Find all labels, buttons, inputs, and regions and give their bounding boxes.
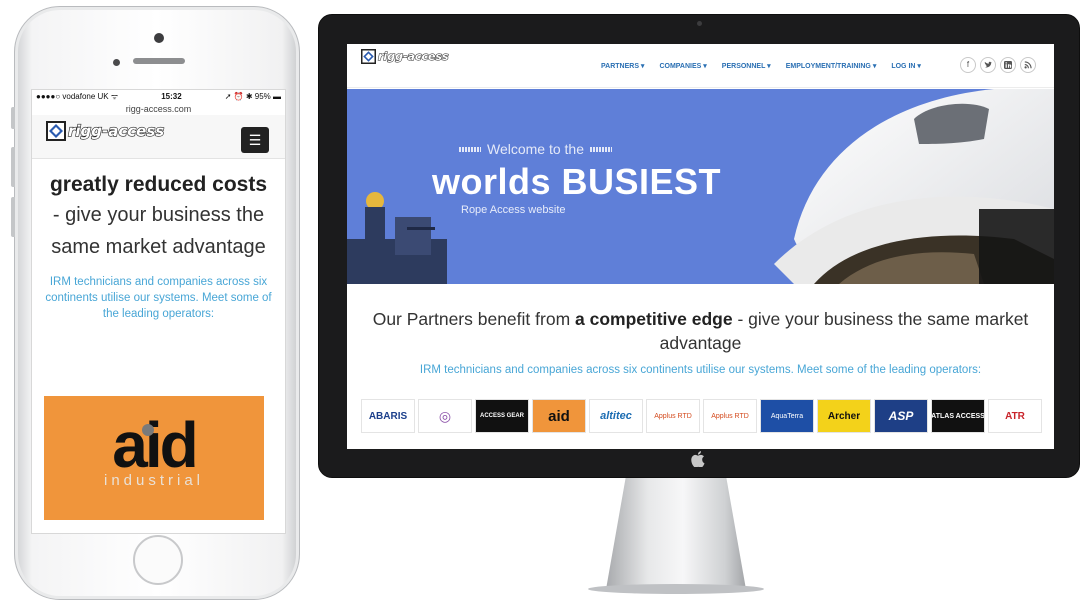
partner-logo-applus-1[interactable]: Applus RTD	[646, 399, 700, 433]
carrier-signal: ●●●●○ vodafone UK ᯤ	[36, 92, 119, 101]
hamburger-menu-button[interactable]: ☰	[241, 127, 269, 153]
monitor-camera	[697, 21, 702, 26]
partner-logo-atlas-access[interactable]: ATLAS ACCESS	[931, 399, 985, 433]
battery-indicator: ➚ ⏰ ✱ 95% ▬	[224, 92, 281, 101]
desktop-navbar: rigg-access PARTNERS ▾ COMPANIES ▾ PERSO…	[347, 44, 1054, 88]
nav-personnel[interactable]: PERSONNEL ▾	[722, 62, 771, 70]
partner-logo-atr[interactable]: ATR	[988, 399, 1042, 433]
phone-front-sensor	[154, 33, 164, 43]
hero-welcome: Welcome to the	[459, 141, 613, 157]
partners-subtext: IRM technicians and companies across six…	[419, 364, 982, 376]
address-bar[interactable]: rigg-access.com	[32, 103, 285, 115]
main-menu: PARTNERS ▾ COMPANIES ▾ PERSONNEL ▾ EMPLO…	[601, 62, 936, 70]
phone-volume-up	[11, 147, 15, 187]
desktop-logo-text: rigg-access	[378, 50, 450, 64]
partner-logo-archer[interactable]: Archer	[817, 399, 871, 433]
desktop-logo[interactable]: rigg-access	[361, 49, 449, 64]
partner-logo-aquaterra[interactable]: AquaTerra	[760, 399, 814, 433]
aid-logo-word: aid	[44, 406, 264, 484]
hero-banner: Welcome to the worlds BUSIEST Rope Acces…	[347, 89, 1054, 284]
phone-status-bar: ●●●●○ vodafone UK ᯤ 15:32 ➚ ⏰ ✱ 95% ▬	[32, 90, 285, 103]
partner-logo-aid[interactable]: aid	[532, 399, 586, 433]
headline-bold: a competitive edge	[575, 309, 733, 329]
nav-partners[interactable]: PARTNERS ▾	[601, 62, 644, 70]
desktop-screen: rigg-access PARTNERS ▾ COMPANIES ▾ PERSO…	[347, 44, 1054, 449]
mobile-site-header: rigg-access ☰	[32, 115, 285, 159]
mobile-headline-rest: - give your business the same market adv…	[51, 204, 266, 258]
mobile-logo[interactable]: rigg-access	[46, 121, 165, 141]
rigg-logo-icon	[46, 121, 66, 141]
rss-icon[interactable]	[1020, 57, 1036, 73]
aid-industrial-logo[interactable]: aid industrial	[44, 396, 264, 520]
hero-welcome-text: Welcome to the	[487, 141, 585, 157]
nav-companies[interactable]: COMPANIES ▾	[659, 62, 706, 70]
mobile-logo-text: rigg-access	[67, 121, 165, 140]
headline-pre: Our Partners benefit from	[372, 309, 571, 329]
iphone-mockup: ●●●●○ vodafone UK ᯤ 15:32 ➚ ⏰ ✱ 95% ▬ ri…	[11, 6, 300, 600]
twitter-icon[interactable]	[980, 57, 996, 73]
welcome-left-rule	[459, 146, 481, 152]
apple-logo-icon	[691, 451, 705, 472]
phone-screen: ●●●●○ vodafone UK ᯤ 15:32 ➚ ⏰ ✱ 95% ▬ ri…	[31, 89, 286, 534]
partner-logo-abaris[interactable]: ABARIS	[361, 399, 415, 433]
partner-logo-access-gear[interactable]: ACCESS GEAR	[475, 399, 529, 433]
rigg-logo-icon	[361, 49, 376, 64]
social-links: f	[960, 57, 1036, 73]
menu-icon: ☰	[248, 132, 262, 148]
helmet-image	[774, 89, 1054, 284]
aid-logo-dot	[142, 424, 154, 436]
partner-logo-altitec[interactable]: altitec	[589, 399, 643, 433]
phone-clock: 15:32	[161, 92, 182, 101]
partners-headline: Our Partners benefit from a competitive …	[347, 307, 1054, 355]
partner-logo-strip: ABARIS ◎ ACCESS GEAR aid altitec Applus …	[361, 399, 1042, 433]
imac-monitor: rigg-access PARTNERS ▾ COMPANIES ▾ PERSO…	[318, 14, 1080, 478]
facebook-icon[interactable]: f	[960, 57, 976, 73]
nav-employment-training[interactable]: EMPLOYMENT/TRAINING ▾	[786, 62, 877, 70]
partner-logo-applus-2[interactable]: Applus RTD	[703, 399, 757, 433]
partner-logo-asp[interactable]: ASP	[874, 399, 928, 433]
welcome-right-rule	[590, 146, 613, 152]
phone-home-button[interactable]	[133, 535, 183, 585]
phone-volume-down	[11, 197, 15, 237]
nav-log-in[interactable]: LOG IN ▾	[891, 62, 921, 70]
phone-mute-switch	[11, 107, 15, 129]
mobile-headline-bold: greatly reduced costs	[49, 173, 268, 196]
phone-front-camera	[113, 59, 120, 66]
aid-logo-text: aid	[112, 409, 198, 481]
monitor-stand	[606, 478, 746, 590]
hero-title: worlds BUSIEST	[432, 161, 722, 202]
linkedin-icon[interactable]	[1000, 57, 1016, 73]
phone-earpiece	[133, 58, 185, 64]
monitor-stand-base	[588, 584, 764, 594]
partner-logo-emblem[interactable]: ◎	[418, 399, 472, 433]
mobile-headline: greatly reduced costs - give your busine…	[32, 159, 285, 264]
mobile-subtext: IRM technicians and companies across six…	[45, 276, 272, 320]
hero-subtitle: Rope Access website	[461, 204, 566, 216]
